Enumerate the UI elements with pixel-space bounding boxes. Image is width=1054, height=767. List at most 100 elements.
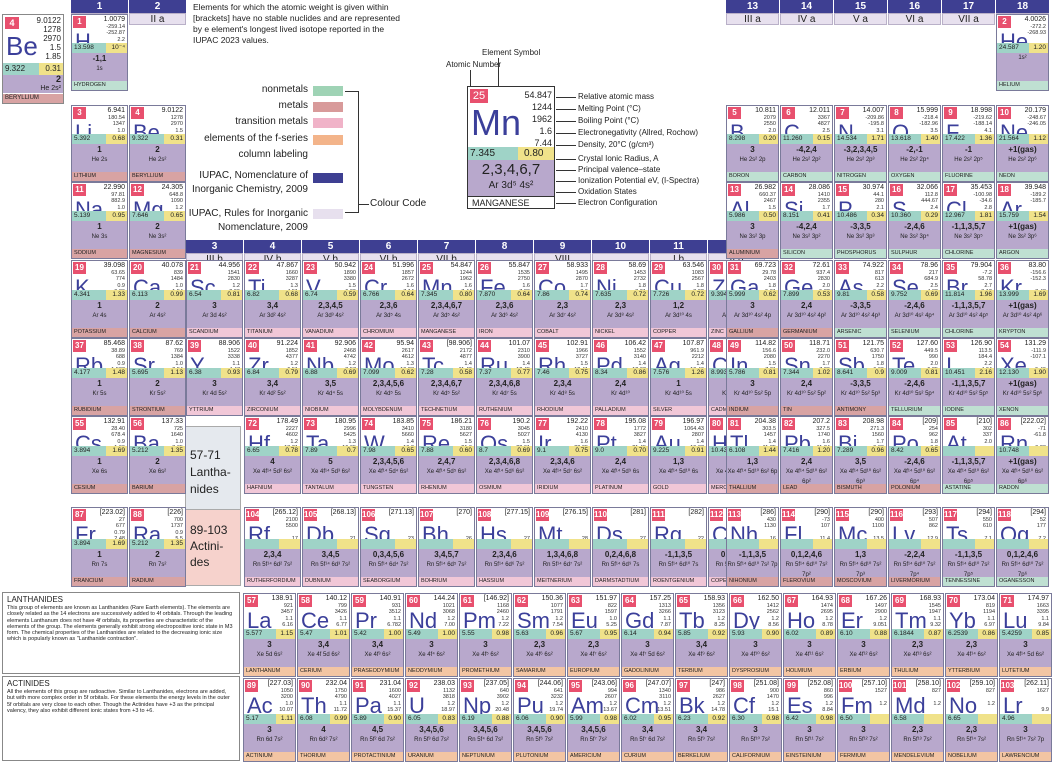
properties: 860 996 1.2 8.84 bbox=[822, 688, 833, 713]
radius-valence bbox=[781, 539, 832, 549]
oxidation-states: 1 Ne 3s bbox=[72, 221, 127, 250]
atomic-mass: 35.453 bbox=[970, 184, 992, 191]
properties: 1356 3123 1.2 8.25 bbox=[712, 603, 725, 628]
atomic-mass: 18.998 bbox=[970, 107, 992, 114]
group-number-18: 18 bbox=[996, 0, 1049, 13]
actinides-title: ACTINIDES bbox=[7, 679, 50, 688]
element-name: SODIUM bbox=[72, 249, 127, 258]
element-name: OGANESSON bbox=[997, 577, 1048, 586]
element-ta: 73180.95299654251.316.65Ta7.890.75Xe 4f¹… bbox=[302, 416, 359, 494]
oxidation-states: 3 He 2s² 2p bbox=[727, 144, 778, 173]
properties: 1050 3200 1.0 10.07 bbox=[279, 688, 293, 713]
element-name: STRONTIUM bbox=[130, 406, 185, 415]
oxidation-states: -2,4,6 Ne 3s² 3p⁴ bbox=[889, 221, 940, 250]
element-name: RHODIUM bbox=[535, 406, 590, 415]
actinide-cm: 96 [247.07] 1340 3110 1.2 13.51 Cm 6.02 0.95 3,4 R… bbox=[621, 678, 674, 762]
oxidation-states: 3 Xe 5d 6s² bbox=[244, 639, 295, 668]
oxidation-states: 3 Rn 5f¹⁴ 7s² 7p bbox=[1000, 724, 1051, 753]
oxidation-states: 3,4,5,6 Rn 5f⁶ 7s² bbox=[514, 724, 565, 753]
properties: 302 337 2.0 bbox=[982, 426, 992, 445]
element-name: LEAD bbox=[781, 484, 832, 493]
element-name: IRON bbox=[477, 328, 532, 337]
element-name: NITROGEN bbox=[835, 172, 886, 181]
element-name: HOLMIUM bbox=[784, 667, 835, 676]
actinide-np: 93 [237.05] 640 3902 1.2 20.48 Np 6.19 0.88 3,4,5… bbox=[459, 678, 512, 762]
properties: 1077 1791 1.2 7.54 bbox=[550, 603, 563, 628]
legend-fseries-1: elements of the f-series bbox=[204, 133, 308, 144]
oxidation-states: 2,3,4,6,7 Kr 4d⁵ 5s² bbox=[419, 378, 474, 407]
atomic-mass: 102.91 bbox=[566, 340, 588, 347]
atomic-mass: 74.922 bbox=[862, 262, 884, 269]
atomic-mass: 51.996 bbox=[392, 262, 414, 269]
element-name: YTTRIUM bbox=[187, 406, 242, 415]
properties: 900 1470 1.2 15.1 bbox=[766, 688, 779, 713]
element-name: THALLIUM bbox=[727, 484, 778, 493]
oxidation-states: 3 Rn 5f¹¹ 7s² bbox=[784, 724, 835, 753]
element-name: DARMSTADTIUM bbox=[593, 577, 648, 586]
element-name: NICKEL bbox=[593, 328, 648, 337]
element-name: SILICON bbox=[781, 249, 832, 258]
element-name: CHLORINE bbox=[943, 328, 994, 337]
atomic-mass: 78.96 bbox=[920, 262, 938, 269]
oxidation-states: 2 Xe 6s² bbox=[130, 456, 185, 485]
oxidation-states: -4,2,4 Ne 3s² 3p² bbox=[781, 221, 832, 250]
lanthanides-title: LANTHANIDES bbox=[7, 595, 64, 604]
element-name: MOLYBDENUM bbox=[361, 406, 416, 415]
element-name: NEODYMIUM bbox=[406, 667, 457, 676]
element-name: MAGNESIUM bbox=[130, 249, 185, 258]
radius-valence bbox=[419, 539, 474, 549]
key-box: 25 Mn 54.847 1244 1962 1.6 7.44 7.345 0.80 2… bbox=[467, 86, 555, 209]
atomic-mass: [257.10] bbox=[861, 680, 887, 687]
atomic-mass: 32.066 bbox=[916, 184, 938, 191]
key-label: Electron Configuration bbox=[578, 198, 658, 207]
group-number-7: 7 bbox=[418, 240, 475, 253]
radius-valence: 7.37 0.77 bbox=[477, 368, 532, 378]
radius-valence: 6.02 0.89 bbox=[784, 629, 835, 639]
element-name: ROENTGENIUM bbox=[651, 577, 706, 586]
radius-valence: 13.598 10⁻⁴ bbox=[72, 43, 127, 53]
radius-valence: 6.30 0.98 bbox=[730, 714, 781, 724]
properties: 799 3426 1.1 6.77 bbox=[334, 603, 347, 628]
atomic-mass: 118.71 bbox=[809, 340, 830, 347]
atomic-mass: 131.29 bbox=[1024, 340, 1046, 347]
oxidation-states: 2 Ne 3s² bbox=[130, 221, 185, 250]
element-name: HYDROGEN bbox=[72, 81, 127, 90]
atomic-mass: 54.847 bbox=[450, 262, 472, 269]
element-nb: 4192.906246847421.28.57Nb6.880.693,5Kr 4… bbox=[302, 338, 359, 416]
oxidation-states: +1(gas) He 2s² 2p⁶ bbox=[997, 144, 1048, 173]
radius-valence: 5.212 1.35 bbox=[130, 446, 185, 456]
lanthanide-pm: 61 [146.92] 1168 2460 1.2 7.22 Pm 5.55 0.98 3 Xe 4… bbox=[459, 593, 512, 677]
element-fr: 87[223.02]276770.792.48Fr3.8941.691Rn 7s… bbox=[71, 507, 128, 587]
element-ts: 117[294]5506107.1Ts-1,1,3,5Rn 5f¹⁴ 6d¹⁰ … bbox=[942, 507, 995, 587]
radius-valence: 6.19 0.88 bbox=[460, 714, 511, 724]
properties: 1340 3110 1.2 13.51 bbox=[657, 688, 671, 713]
element-og: 118[294]521777.2Og0,1,2,4,6Rn 5f¹⁴ 6d¹⁰ … bbox=[996, 507, 1049, 587]
group-number-13: 13 bbox=[726, 0, 779, 13]
element-name: CURIUM bbox=[622, 752, 673, 761]
element-name: LANTHANUM bbox=[244, 667, 295, 676]
element-name: BERKELIUM bbox=[676, 752, 727, 761]
radius-valence: 7.576 1.26 bbox=[651, 368, 706, 378]
key-pointer-line bbox=[556, 109, 576, 110]
element-cu: 2963.546108325671.88.92Cu7.7260.721,2Ar … bbox=[650, 260, 707, 338]
atomic-mass: 107.87 bbox=[682, 340, 704, 347]
element-name: ZIRCONIUM bbox=[245, 406, 300, 415]
atomic-mass: [251.08] bbox=[753, 680, 779, 687]
oxidation-states: -3,3,5 Ar 3d¹⁰ 4s² 4p³ bbox=[835, 300, 886, 329]
lanthanide-yb: 70 173.04 819 1194 1.1 6.97 Yb 6.2539 0.86 2,3 Xe … bbox=[945, 593, 998, 677]
atomic-mass: 88.906 bbox=[218, 340, 240, 347]
properties: 819 1194 1.1 6.97 bbox=[983, 603, 995, 628]
atomic-mass: 14.007 bbox=[862, 107, 884, 114]
radius-valence: 7.646 0.65 bbox=[130, 211, 185, 221]
radius-valence bbox=[245, 539, 300, 549]
element-name: GALLIUM bbox=[727, 328, 778, 337]
oxidation-states: 2,3,4 Kr 4d⁸ 5s bbox=[535, 378, 590, 407]
radius-valence: 24.587 1.20 bbox=[997, 43, 1048, 53]
atomic-mass: 190.2 bbox=[512, 418, 530, 425]
element-name: ARGON bbox=[997, 249, 1048, 258]
element-name: TANTALUM bbox=[303, 484, 358, 493]
element-name: SEABORGIUM bbox=[361, 577, 416, 586]
element-name: AMERICIUM bbox=[568, 752, 619, 761]
lanthanide-eu: 63 151.97 822 1597 1.0 5.25 Eu 5.67 0.95 2,3 Xe 4f… bbox=[567, 593, 620, 677]
oxidation-states: -1,1,3,5 Rn 5f¹⁴ 6d¹⁰ 7s bbox=[651, 549, 706, 578]
